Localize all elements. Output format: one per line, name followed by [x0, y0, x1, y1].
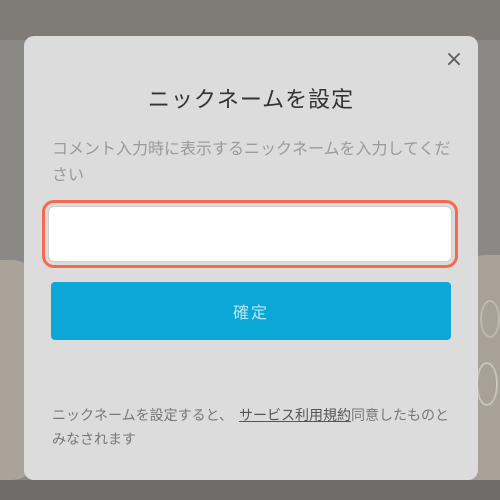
terms-notice-prefix: ニックネームを設定すると、	[52, 408, 234, 424]
modal-description: コメント入力時に表示するニックネームを入力してください	[52, 139, 451, 184]
backdrop-bottom	[0, 480, 500, 500]
backdrop-ring	[476, 362, 498, 406]
nickname-input[interactable]	[48, 206, 452, 262]
backdrop-ring	[480, 300, 500, 338]
terms-of-service-link[interactable]: サービス利用規約	[239, 408, 351, 424]
nickname-input-focus-ring	[42, 200, 458, 268]
confirm-button[interactable]: 確定	[51, 282, 451, 340]
terms-notice: ニックネームを設定すると、 サービス利用規約同意したものとみなされます	[52, 404, 456, 452]
backdrop-top	[0, 0, 500, 40]
modal-title: ニックネームを設定	[147, 88, 355, 113]
close-icon[interactable]: ×	[444, 49, 464, 71]
nickname-modal: × ニックネームを設定 コメント入力時に表示するニックネームを入力してください …	[24, 36, 478, 480]
